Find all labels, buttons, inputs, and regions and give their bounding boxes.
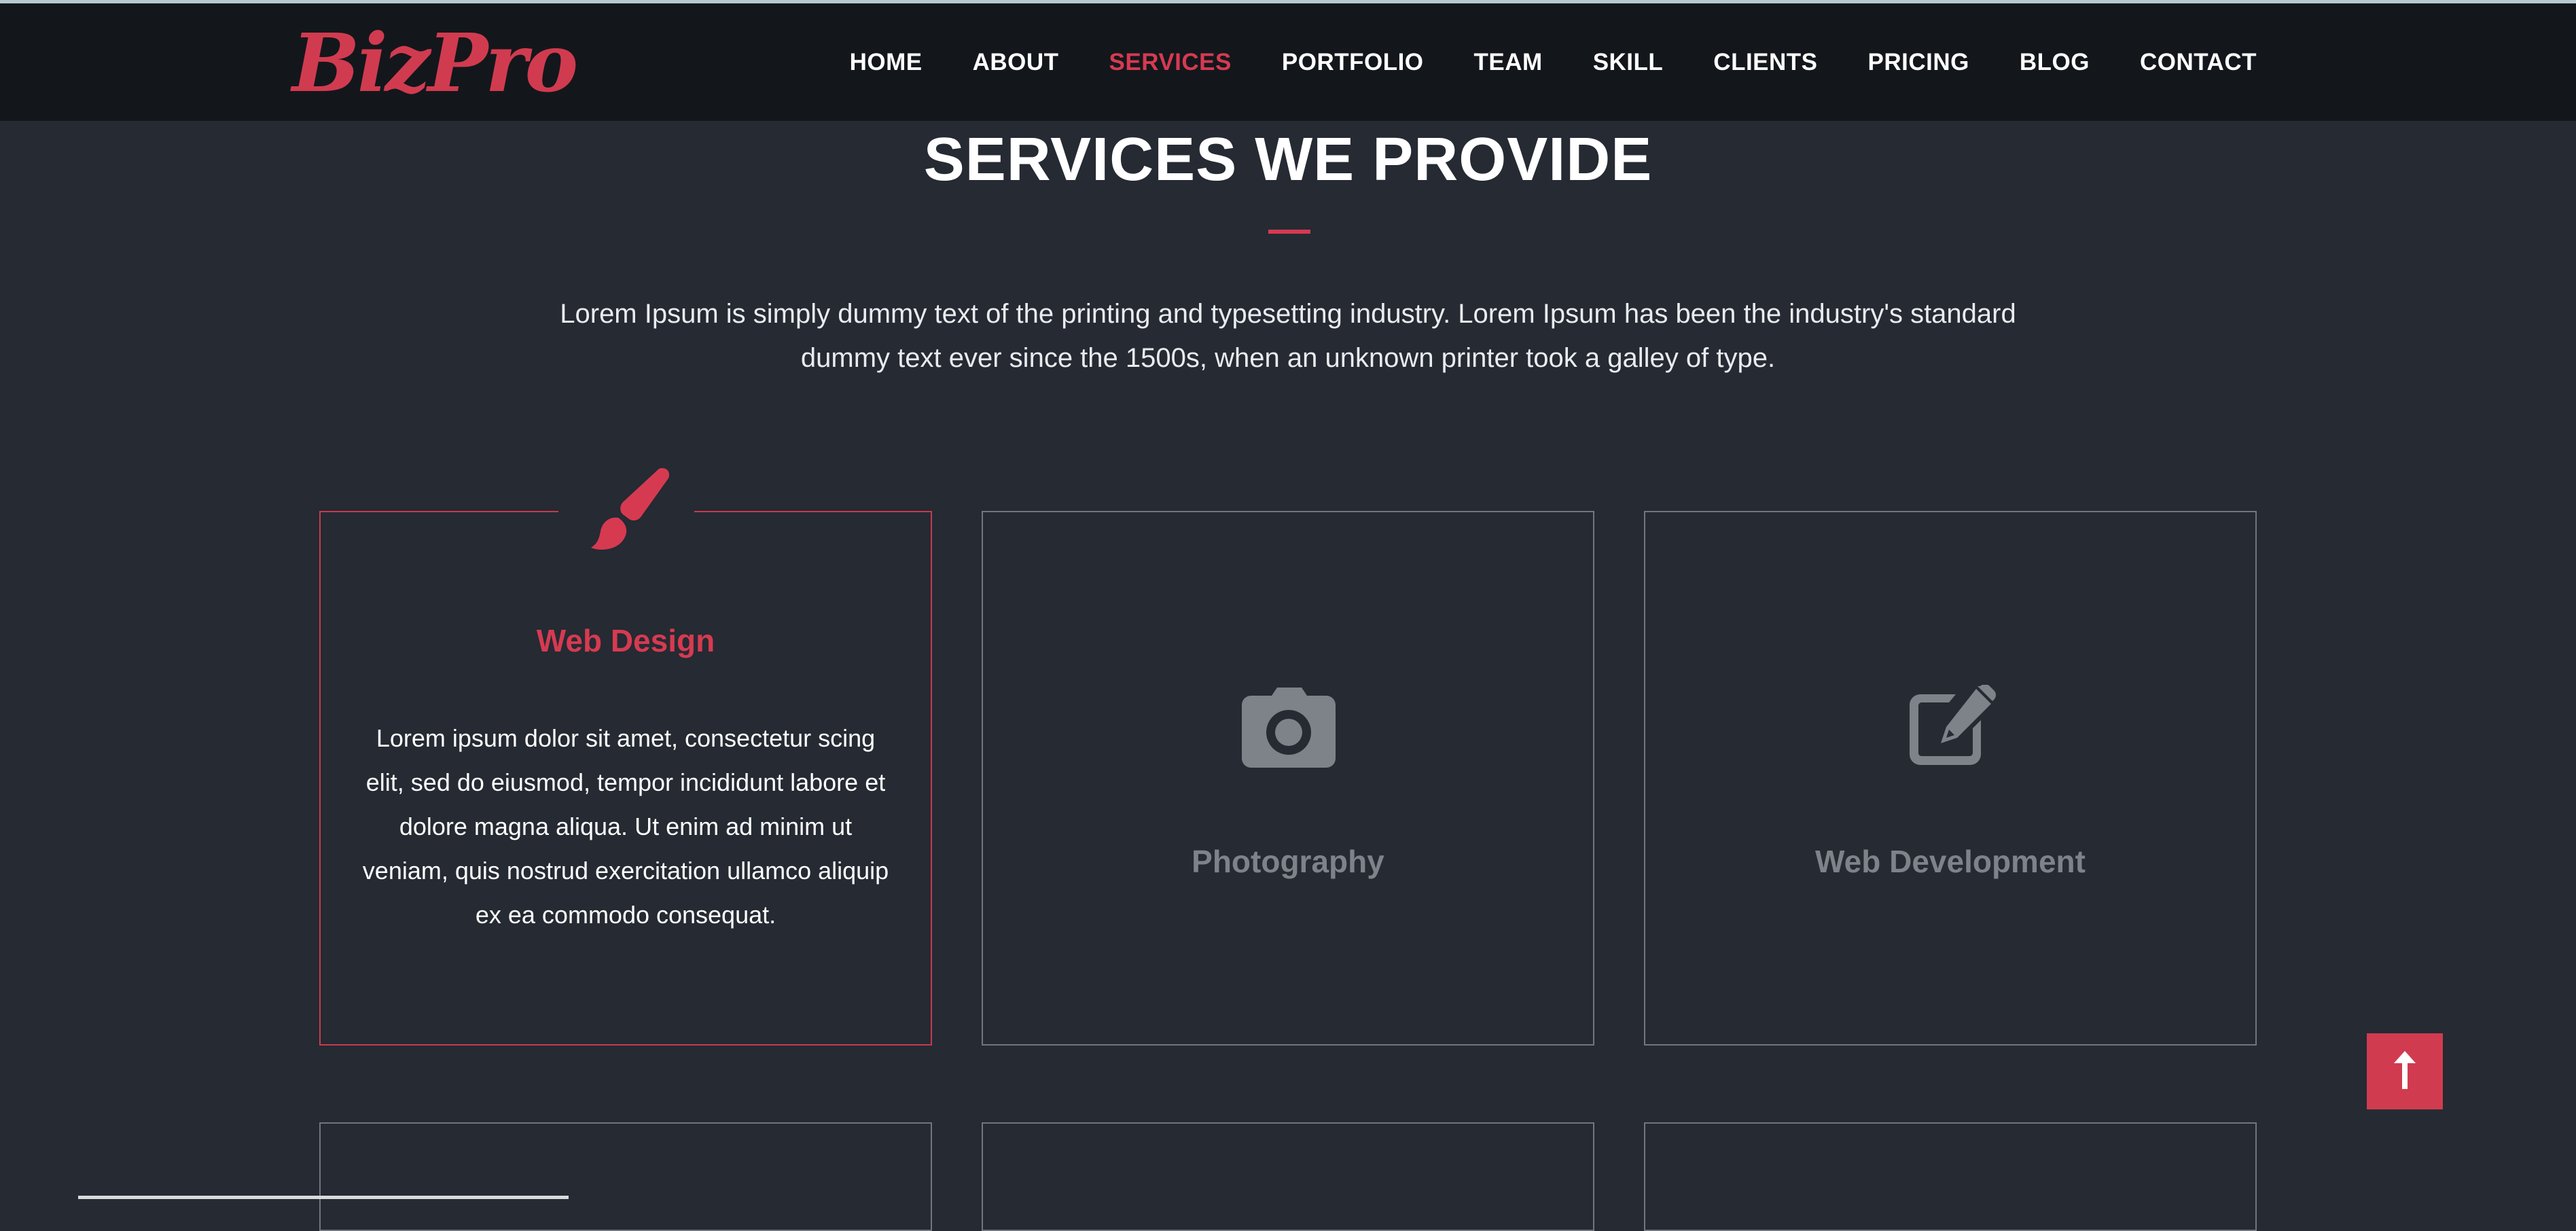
service-title: Web Development xyxy=(1815,844,2086,879)
section-title: SERVICES WE PROVIDE xyxy=(923,126,1653,194)
service-card-web-design[interactable]: Web Design Lorem ipsum dolor sit amet, c… xyxy=(319,467,932,1046)
logo[interactable]: BizPro xyxy=(292,16,578,111)
service-card-row2-3[interactable] xyxy=(1644,1122,2257,1231)
service-card-row2-2[interactable] xyxy=(982,1122,1594,1231)
bottom-scroll-indicator xyxy=(78,1196,569,1199)
nav-item-skill[interactable]: SKILL xyxy=(1593,49,1664,76)
nav-item-about[interactable]: ABOUT xyxy=(973,49,1059,76)
navbar: BizPro HOME ABOUT SERVICES PORTFOLIO TEA… xyxy=(0,3,2576,121)
edit-icon xyxy=(1908,684,1997,766)
arrow-up-icon xyxy=(2391,1050,2418,1092)
nav-item-home[interactable]: HOME xyxy=(850,49,923,76)
paint-brush-icon xyxy=(579,463,674,558)
camera-icon xyxy=(1242,688,1337,769)
nav-item-blog[interactable]: BLOG xyxy=(2020,49,2090,76)
nav-item-services[interactable]: SERVICES xyxy=(1109,49,1232,76)
nav-item-team[interactable]: TEAM xyxy=(1474,49,1543,76)
nav-item-clients[interactable]: CLIENTS xyxy=(1713,49,1817,76)
nav-item-pricing[interactable]: PRICING xyxy=(1868,49,1969,76)
main-nav: HOME ABOUT SERVICES PORTFOLIO TEAM SKILL… xyxy=(800,3,2257,121)
service-card-web-development[interactable]: Web Development xyxy=(1644,511,2257,1046)
back-to-top-button[interactable] xyxy=(2367,1033,2443,1109)
service-card-row2-1[interactable] xyxy=(319,1122,932,1231)
service-title: Photography xyxy=(1192,844,1384,879)
title-divider xyxy=(1268,230,1310,234)
nav-item-contact[interactable]: CONTACT xyxy=(2140,49,2257,76)
service-description: Lorem ipsum dolor sit amet, consectetur … xyxy=(362,724,889,929)
service-card-photography[interactable]: Photography xyxy=(982,511,1594,1046)
nav-item-portfolio[interactable]: PORTFOLIO xyxy=(1282,49,1424,76)
section-intro: Lorem Ipsum is simply dummy text of the … xyxy=(560,299,2016,373)
service-title: Web Design xyxy=(536,623,715,658)
